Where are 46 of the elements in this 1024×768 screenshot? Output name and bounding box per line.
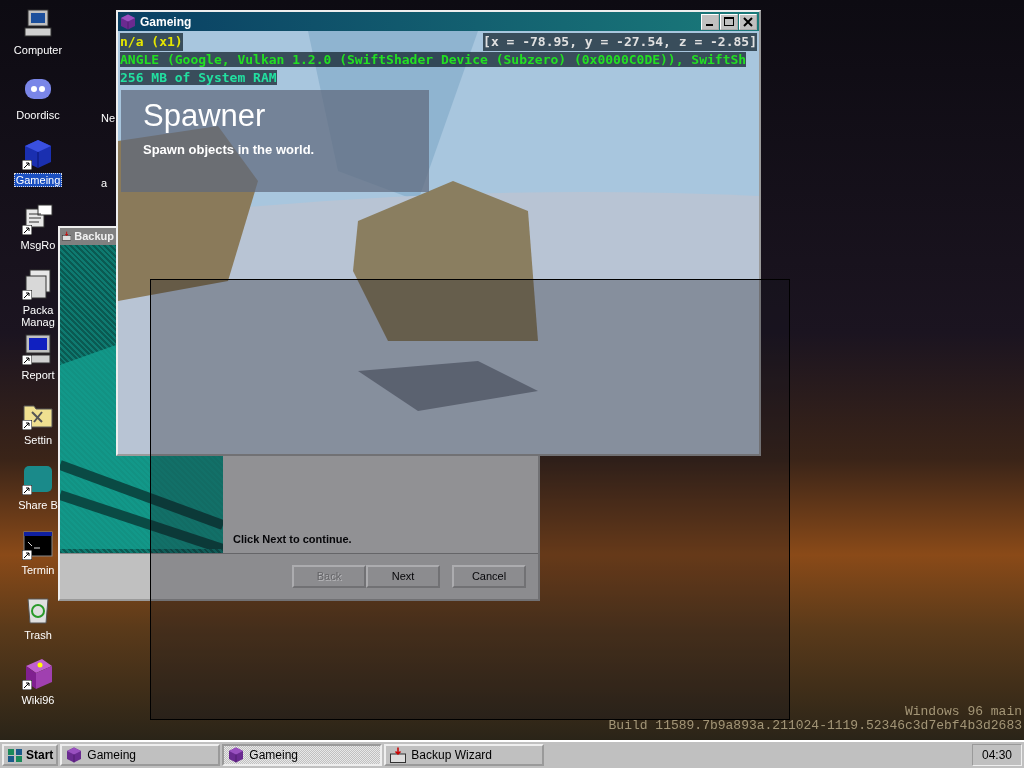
monitor-icon xyxy=(22,333,54,365)
cube-icon xyxy=(228,747,245,763)
icon-label[interactable]: Gameing xyxy=(13,173,63,187)
cube-icon xyxy=(66,747,83,763)
windows-logo-icon xyxy=(7,747,23,763)
disk-icon xyxy=(62,230,72,243)
taskbar-button[interactable]: Gameing xyxy=(60,744,221,766)
wizard-button[interactable]: Next xyxy=(366,564,440,588)
icon-label[interactable]: Settin xyxy=(21,433,55,447)
wizard-message: Click Next to continue. xyxy=(233,532,352,545)
taskbar-button[interactable]: Backup Wizard xyxy=(384,744,545,766)
cube-icon xyxy=(120,13,136,30)
icon-label[interactable]: Wiki96 xyxy=(19,693,57,707)
wizard-button[interactable]: Cancel xyxy=(452,564,526,588)
build-info-text: Build 11589.7b9a893a.211024-1119.52346c3d7ebf4b3d2683 xyxy=(608,719,1022,733)
icon-label[interactable]: Computer xyxy=(11,43,65,57)
icon-label[interactable]: Ne xyxy=(100,111,117,125)
icon-label[interactable]: Share B xyxy=(16,498,60,512)
title-bar[interactable]: Gameing xyxy=(118,12,759,31)
minimize-button[interactable] xyxy=(701,13,719,30)
icon-label[interactable]: MsgRo xyxy=(18,238,58,252)
terminal-icon xyxy=(22,528,54,560)
status-readout: n/a (x1) xyxy=(120,33,183,51)
icon-label[interactable]: Termin xyxy=(19,563,57,577)
tool-description: Spawn objects in the world. xyxy=(143,142,316,157)
tool-title: Spawner xyxy=(143,98,267,134)
icon-label[interactable]: Packa Manag xyxy=(19,303,57,329)
disk-icon xyxy=(390,747,407,763)
maximize-button[interactable] xyxy=(720,13,738,30)
window-title: Gameing xyxy=(140,14,192,29)
package-icon xyxy=(22,268,54,300)
icon-label[interactable]: Doordisc xyxy=(14,108,62,122)
window-title: Backup xyxy=(74,230,114,243)
computer-icon xyxy=(22,8,54,40)
cube-icon xyxy=(22,138,54,170)
taskbar-button[interactable]: Gameing xyxy=(222,744,383,766)
build-info-text: Windows 96 main xyxy=(903,705,1022,719)
icon-label[interactable]: Trash xyxy=(22,628,54,642)
start-button[interactable]: Start xyxy=(2,744,59,766)
renderer-readout: ANGLE (Google, Vulkan 1.2.0 (SwiftShader Device (Subzero) (0x0000C0DE)), SwiftSh xyxy=(120,52,747,67)
icon-label[interactable]: Report xyxy=(19,368,57,382)
icon-label[interactable]: a xyxy=(100,176,109,190)
coordinates-readout: [x = -78.95, y = -27.54, z = -2.85] xyxy=(483,33,757,51)
memory-readout: 256 MB of System RAM xyxy=(120,70,277,85)
close-button[interactable] xyxy=(739,13,757,30)
clock: 04:30 xyxy=(972,744,1022,766)
